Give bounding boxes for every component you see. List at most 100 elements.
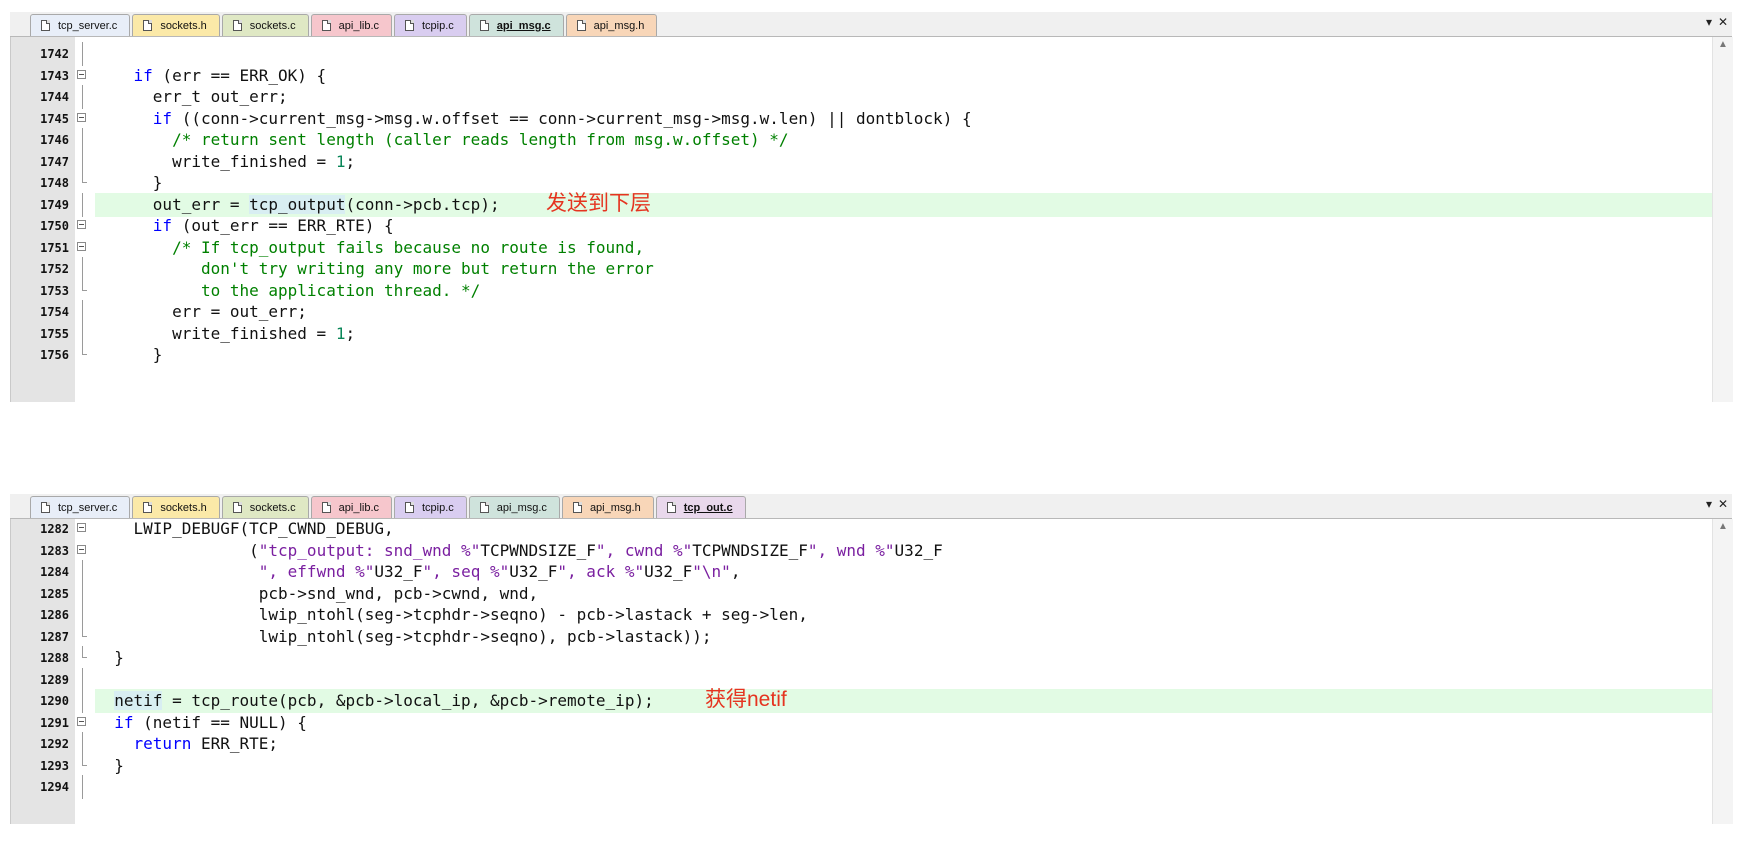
code-text: netif = tcp_route(pcb, &pcb->local_ip, &… [95, 689, 1713, 713]
fold-line-icon [82, 85, 83, 109]
tab-api-lib-c[interactable]: api_lib.c [310, 14, 392, 36]
code-line[interactable]: 1747 write_finished = 1; [11, 149, 1713, 174]
tab-api-msg-h[interactable]: api_msg.h [561, 496, 654, 518]
code-line[interactable]: 1292 return ERR_RTE; [11, 732, 1713, 756]
line-number: 1289 [40, 672, 69, 687]
code-text: err = out_err; [95, 302, 307, 321]
tab-api-msg-c[interactable]: api_msg.c [468, 496, 560, 518]
fold-toggle-icon[interactable] [77, 69, 86, 79]
code-line[interactable]: 1291 if (netif == NULL) { [11, 711, 1713, 735]
tab-dropdown-icon[interactable]: ▾ [1706, 497, 1712, 511]
code-line[interactable]: 1744 err_t out_err; [11, 85, 1713, 109]
line-number: 1751 [40, 240, 69, 255]
code-line[interactable]: 1743 if (err == ERR_OK) { [11, 64, 1713, 88]
tab-tcp-out-c[interactable]: tcp_out.c [655, 496, 746, 518]
code-line[interactable]: 1289 [11, 667, 1713, 692]
code-line[interactable]: 1746 /* return sent length (caller reads… [11, 128, 1713, 152]
fold-toggle-icon[interactable] [77, 544, 86, 554]
code-text: pcb->snd_wnd, pcb->cwnd, wnd, [95, 583, 539, 603]
tab-tcpip-c[interactable]: tcpip.c [394, 14, 467, 36]
highlighted-code-line[interactable]: 1290 netif = tcp_route(pcb, &pcb->local_… [11, 688, 1713, 713]
code-text: /* return sent length (caller reads leng… [95, 130, 789, 149]
line-number: 1746 [40, 133, 69, 147]
tab-api-msg-h[interactable]: api_msg.h [565, 14, 658, 36]
scroll-up-icon[interactable]: ▲ [1718, 39, 1728, 50]
fold-line-icon [82, 343, 87, 355]
code-text: /* If tcp_output fails because no route … [95, 237, 645, 257]
code-text: lwip_ntohl(seg->tcphdr->seqno) - pcb->la… [95, 605, 808, 624]
tab-tcp-server-c[interactable]: tcp_server.c [30, 14, 131, 36]
tab-bar: tcp_server.c sockets.h sockets.c api_lib.c t… [10, 12, 1732, 37]
fold-toggle-icon[interactable] [77, 716, 86, 726]
code-text: } [95, 755, 124, 775]
code-line[interactable]: 1751 /* If tcp_output fails because no r… [11, 236, 1713, 260]
code-line[interactable]: 1287 lwip_ntohl(seg->tcphdr->seqno), pcb… [11, 624, 1713, 649]
line-number: 1294 [40, 780, 69, 794]
annotation-label: 获得netif [705, 688, 787, 711]
code-line[interactable]: 1285 pcb->snd_wnd, pcb->cwnd, wnd, [11, 581, 1713, 606]
tab-dropdown-icon[interactable]: ▾ [1706, 15, 1712, 29]
code-line[interactable]: 1752 don't try writing any more but retu… [11, 257, 1713, 281]
code-line[interactable]: 1293 } [11, 753, 1713, 778]
tab-api-msg-c[interactable]: api_msg.c [468, 14, 564, 36]
line-number: 1755 [40, 326, 69, 341]
code-text: ("tcp_output: snd_wnd %"TCPWNDSIZE_F", c… [95, 540, 943, 560]
close-tab-icon[interactable]: ✕ [1718, 497, 1728, 511]
fold-line-icon [82, 581, 83, 606]
line-number: 1290 [40, 694, 69, 708]
tab-sockets-h[interactable]: sockets.h [132, 14, 220, 36]
code-line[interactable]: 1283 ("tcp_output: snd_wnd %"TCPWNDSIZE_… [11, 539, 1713, 563]
fold-toggle-icon[interactable] [77, 523, 86, 532]
code-line[interactable]: 1742 [11, 42, 1713, 66]
code-line[interactable]: 1755 write_finished = 1; [11, 321, 1713, 346]
line-number: 1293 [40, 758, 69, 773]
vertical-scrollbar[interactable]: ▲ [1712, 519, 1733, 824]
tab-sockets-c[interactable]: sockets.c [221, 496, 309, 518]
fold-line-icon [82, 300, 83, 324]
tab-label: api_lib.c [338, 19, 379, 32]
tab-sockets-c[interactable]: sockets.c [221, 14, 309, 36]
code-line[interactable]: 1745 if ((conn->current_msg->msg.w.offse… [11, 107, 1713, 131]
tab-label: tcp_server.c [58, 19, 118, 32]
fold-toggle-icon[interactable] [77, 241, 86, 251]
code-line[interactable]: 1294 [11, 775, 1713, 799]
annotation-label: 发送到下层 [546, 191, 651, 215]
code-line[interactable]: 1288 } [11, 646, 1713, 670]
code-line[interactable]: 1286 lwip_ntohl(seg->tcphdr->seqno) - pc… [11, 603, 1713, 627]
code-line[interactable]: 1754 err = out_err; [11, 300, 1713, 324]
tab-sockets-h[interactable]: sockets.h [132, 496, 220, 518]
code-line[interactable]: 1284 ", effwnd %"U32_F", seq %"U32_F", a… [11, 560, 1713, 584]
tab-label: sockets.h [160, 501, 207, 514]
code-line[interactable]: 1753 to the application thread. */ [11, 278, 1713, 303]
fold-line-icon [82, 128, 83, 152]
fold-toggle-icon[interactable] [77, 112, 86, 122]
fold-line-icon [82, 753, 87, 766]
code-text: return ERR_RTE; [133, 734, 279, 753]
line-number: 1752 [40, 262, 69, 276]
tab-label: api_msg.c [496, 501, 547, 514]
line-number: 1749 [40, 197, 69, 212]
tab-list: tcp_server.c sockets.h sockets.c api_lib.c t… [30, 496, 748, 518]
code-line[interactable]: 1756 } [11, 343, 1713, 367]
fold-line-icon [82, 646, 87, 658]
code-editor[interactable]: 1742 1743 if (err == ERR_OK) {1744 err_t … [10, 37, 1733, 402]
tab-api-lib-c[interactable]: api_lib.c [310, 496, 392, 518]
vertical-scrollbar[interactable]: ▲ [1712, 37, 1733, 402]
code-editor[interactable]: 1282 LWIP_DEBUGF(TCP_CWND_DEBUG, 1283 ("t… [10, 519, 1733, 824]
fold-toggle-icon[interactable] [77, 220, 86, 229]
scroll-up-icon[interactable]: ▲ [1718, 521, 1728, 532]
file-icon [232, 502, 242, 513]
code-line[interactable]: 1748 } [11, 171, 1713, 195]
line-number: 1745 [40, 111, 69, 126]
tab-tcp-server-c[interactable]: tcp_server.c [30, 496, 131, 518]
tab-tcpip-c[interactable]: tcpip.c [394, 496, 467, 518]
code-text: write_finished = 1; [95, 151, 356, 171]
close-tab-icon[interactable]: ✕ [1718, 15, 1728, 29]
file-icon [405, 20, 414, 31]
code-line[interactable]: 1750 if (out_err == ERR_RTE) { [11, 214, 1713, 238]
tab-bar: tcp_server.c sockets.h sockets.c api_lib.c t… [10, 494, 1732, 519]
highlighted-code-line[interactable]: 1749 out_err = tcp_output(conn->pcb.tcp)… [11, 191, 1713, 217]
fold-line-icon [82, 624, 87, 637]
